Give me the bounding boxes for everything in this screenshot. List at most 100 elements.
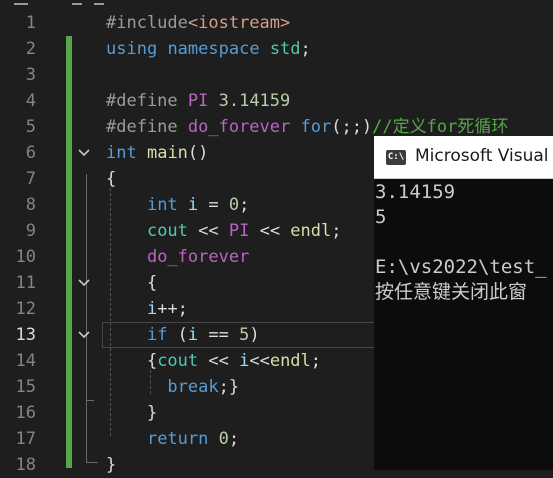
- top-strip: [0, 0, 553, 8]
- code-token: ;: [228, 429, 240, 449]
- console-output: 3.14159 5 E:\vs2022\test_ 按任意键关闭此窗: [375, 180, 553, 305]
- code-text: int i = 0;: [106, 192, 249, 218]
- line-number: 16: [15, 403, 36, 423]
- code-text: int main(): [106, 140, 208, 166]
- code-token: PI: [228, 221, 250, 241]
- code-token: PI: [187, 91, 209, 111]
- code-token: do_forever: [146, 247, 250, 267]
- code-token: std: [269, 39, 301, 59]
- line-number: 8: [25, 195, 36, 215]
- console-line: 5: [375, 206, 387, 228]
- line-number: 3: [25, 65, 36, 85]
- code-line[interactable]: 2 using namespace std;: [0, 36, 553, 62]
- line-number: 5: [25, 117, 36, 137]
- code-text: }: [106, 452, 116, 478]
- console-line: 3.14159: [375, 181, 456, 203]
- line-number: 7: [25, 169, 36, 189]
- code-token: #define: [106, 91, 188, 111]
- chevron-down-icon[interactable]: [76, 140, 92, 166]
- code-text: i++;: [106, 296, 188, 322]
- code-text: using namespace std;: [106, 36, 311, 62]
- line-number: 17: [15, 429, 36, 449]
- code-line[interactable]: 4 #define PI 3.14159: [0, 88, 553, 114]
- line-number: 1: [25, 13, 36, 33]
- code-line[interactable]: 1 #include<iostream>: [0, 10, 553, 36]
- code-text: #include<iostream>: [106, 10, 290, 36]
- code-token: int: [146, 195, 178, 215]
- code-token: #include: [106, 13, 188, 33]
- code-token: i: [239, 351, 250, 371]
- code-token: namespace: [167, 39, 260, 59]
- code-token: }: [106, 403, 158, 423]
- code-token: ;: [331, 221, 342, 241]
- code-token: break: [167, 377, 219, 397]
- line-number: 12: [15, 299, 36, 319]
- code-token: if: [146, 325, 168, 345]
- code-token: ==: [198, 325, 240, 345]
- console-line: E:\vs2022\test_: [375, 256, 547, 278]
- code-token: {: [106, 169, 117, 189]
- code-token: do_forever: [187, 117, 291, 137]
- line-number: 13: [15, 325, 36, 345]
- code-token: ): [249, 325, 260, 345]
- top-dash: [14, 3, 28, 5]
- code-text: if (i == 5): [106, 322, 260, 348]
- code-token: int: [106, 143, 137, 163]
- chevron-down-icon[interactable]: [76, 270, 92, 296]
- code-token: {: [106, 351, 158, 371]
- code-token: //定义for死循环: [372, 117, 509, 137]
- code-token: i: [187, 195, 199, 215]
- code-line[interactable]: 3: [0, 62, 553, 88]
- code-token: =: [198, 195, 229, 215]
- code-token: #define: [106, 117, 188, 137]
- code-token: <iostream>: [187, 13, 291, 33]
- console-window[interactable]: C:\ Microsoft Visual 3.14159 5 E:\vs2022\t…: [374, 136, 553, 470]
- code-token: (: [167, 325, 188, 345]
- code-text: return 0;: [106, 426, 239, 452]
- line-number: 14: [15, 351, 36, 371]
- code-text: {: [106, 166, 116, 192]
- code-token: cout: [157, 351, 199, 371]
- code-token: }: [106, 455, 117, 475]
- line-number: 11: [15, 273, 36, 293]
- code-token: 0: [228, 195, 240, 215]
- top-dash: [94, 3, 104, 5]
- code-token: 0: [218, 429, 229, 449]
- code-token: (): [187, 143, 209, 163]
- code-text: {: [106, 270, 157, 296]
- code-token: 5: [239, 325, 250, 345]
- console-app-icon: C:\: [386, 150, 406, 165]
- code-token: i: [187, 325, 199, 345]
- code-token: ;: [239, 195, 250, 215]
- code-token: {: [106, 273, 158, 293]
- code-token: ;}: [218, 377, 240, 397]
- code-token: <<: [249, 221, 291, 241]
- code-token: ++;: [157, 299, 188, 319]
- line-number: 9: [25, 221, 36, 241]
- chevron-down-icon[interactable]: [76, 322, 92, 348]
- top-dash: [72, 3, 82, 5]
- code-text: do_forever: [106, 244, 249, 270]
- code-token: <<: [198, 351, 240, 371]
- code-token: main: [146, 143, 188, 163]
- code-token: <<: [187, 221, 229, 241]
- code-text: break;}: [106, 374, 239, 400]
- line-number: 10: [15, 247, 36, 267]
- line-number: 18: [15, 455, 36, 475]
- code-text: }: [106, 400, 157, 426]
- console-title-bar[interactable]: C:\ Microsoft Visual: [374, 136, 553, 179]
- code-token: return: [146, 429, 209, 449]
- console-line: 按任意键关闭此窗: [375, 281, 528, 303]
